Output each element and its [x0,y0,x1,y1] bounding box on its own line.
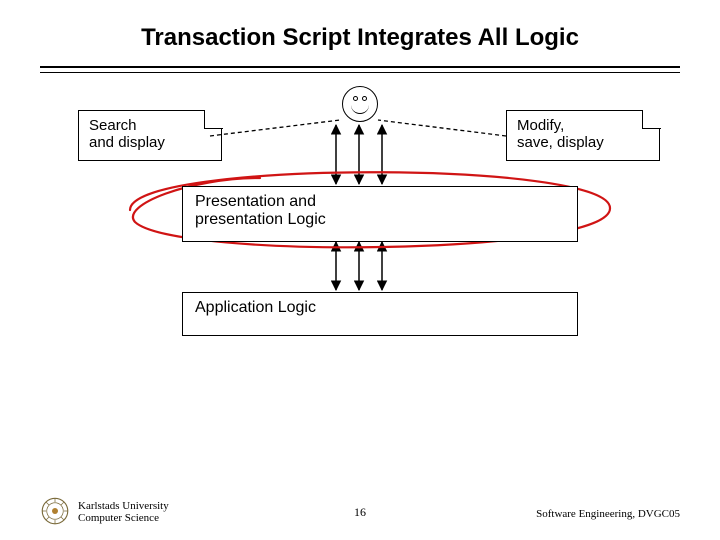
layer-presentation-label: Presentation andpresentation Logic [195,193,326,228]
footer-course: Software Engineering, DVGC05 [536,508,680,520]
layer-application-label: Application Logic [195,299,316,316]
page-fold-icon [204,110,223,129]
page-fold-icon [642,110,661,129]
usecase-note-modify: Modify,save, display [506,110,660,161]
usecase-note-search-text: Searchand display [89,117,165,151]
slide-title: Transaction Script Integrates All Logic [0,24,720,52]
layer-presentation: Presentation andpresentation Logic [182,186,578,242]
title-divider [40,66,680,73]
layer-application: Application Logic [182,292,578,336]
smiley-face-icon [342,86,378,122]
slide-footer: Karlstads University Computer Science 16… [0,492,720,526]
diagram-connectors [0,0,720,540]
usecase-note-search: Searchand display [78,110,222,161]
usecase-note-modify-text: Modify,save, display [517,117,604,151]
